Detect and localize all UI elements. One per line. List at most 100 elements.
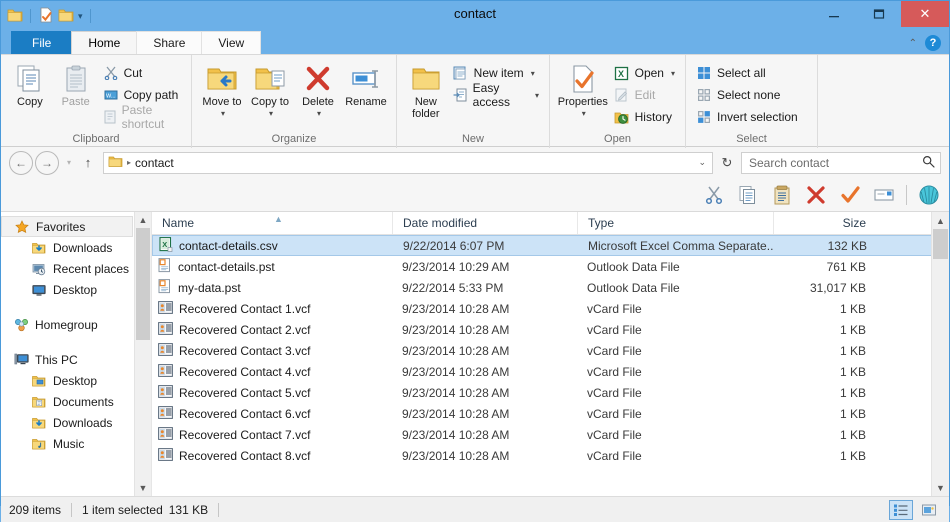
copy-path-button[interactable]: W... Copy path [99, 85, 185, 105]
paste-shortcut-button[interactable]: Paste shortcut [99, 103, 185, 131]
open-caret-icon[interactable]: ▾ [671, 69, 675, 78]
file-date-cell: 9/22/2014 6:07 PM [403, 238, 505, 253]
select-all-button[interactable]: Select all [692, 63, 802, 83]
breadcrumb-arrow-icon[interactable]: ▸ [127, 158, 131, 167]
invert-selection-button[interactable]: Invert selection [692, 107, 802, 127]
easy-access-caret-icon[interactable]: ▾ [535, 91, 539, 100]
delete-button[interactable]: Delete ▾ [294, 59, 342, 120]
new-item-button[interactable]: New item ▾ [449, 63, 543, 83]
cut-button[interactable]: Cut [99, 63, 185, 83]
nav-downloads[interactable]: Downloads [1, 237, 151, 258]
details-view-button[interactable] [889, 499, 913, 520]
recent-places-icon [31, 261, 47, 277]
file-scroll-down-icon[interactable]: ▼ [932, 479, 949, 496]
file-scroll-up-icon[interactable]: ▲ [932, 212, 949, 229]
table-row[interactable]: Recovered Contact 3.vcf 9/23/2014 10:28 … [152, 340, 949, 361]
file-list-pane: Name ▲ Date modified Type Size X contact… [151, 212, 949, 496]
paste-icon[interactable] [770, 183, 794, 207]
new-item-caret-icon[interactable]: ▾ [531, 69, 535, 78]
history-button[interactable]: History [610, 107, 679, 127]
search-icon[interactable] [922, 155, 935, 171]
address-breadcrumb-bar[interactable]: ▸ contact ⌄ [103, 151, 713, 174]
shell-icon[interactable] [917, 183, 941, 207]
minimize-button[interactable] [811, 1, 856, 27]
large-icons-view-button[interactable] [917, 500, 941, 520]
vcard-icon [158, 447, 173, 464]
cut-icon[interactable] [702, 183, 726, 207]
paste-label: Paste [61, 96, 90, 108]
nav-pc-desktop[interactable]: Desktop [1, 370, 151, 391]
table-row[interactable]: X contact-details.csv 9/22/2014 6:07 PM … [152, 235, 949, 256]
copy-button[interactable]: Copy [7, 59, 53, 108]
move-to-caret-icon[interactable]: ▾ [221, 108, 225, 120]
recent-locations-caret-icon[interactable]: ▾ [61, 158, 77, 167]
refresh-button[interactable]: ↻ [717, 155, 737, 171]
help-icon[interactable]: ? [925, 35, 941, 51]
table-row[interactable]: Recovered Contact 5.vcf 9/23/2014 10:28 … [152, 382, 949, 403]
copy-to-button[interactable]: Copy to ▾ [246, 59, 294, 120]
nav-recent-places[interactable]: Recent places [1, 258, 151, 279]
nav-documents[interactable]: Documents [1, 391, 151, 412]
edit-button[interactable]: Edit [610, 85, 679, 105]
close-button[interactable]: ✕ [901, 1, 949, 27]
properties-button[interactable]: Properties ▾ [556, 59, 610, 120]
delete-icon[interactable] [804, 183, 828, 207]
edit-label: Edit [634, 88, 656, 102]
up-button[interactable]: ↑ [77, 155, 99, 170]
column-header-date-modified[interactable]: Date modified [392, 212, 577, 234]
column-header-size[interactable]: Size [773, 212, 878, 234]
rename-icon[interactable] [872, 183, 896, 207]
rename-button[interactable]: Rename [342, 59, 390, 108]
easy-access-button[interactable]: Easy access ▾ [449, 81, 543, 109]
column-header-name[interactable]: Name ▲ [152, 212, 392, 234]
tab-file[interactable]: File [11, 31, 73, 54]
table-row[interactable]: Recovered Contact 8.vcf 9/23/2014 10:28 … [152, 445, 949, 466]
back-button[interactable]: ← [9, 150, 33, 175]
delete-caret-icon[interactable]: ▾ [317, 108, 321, 120]
table-row[interactable]: Recovered Contact 7.vcf 9/23/2014 10:28 … [152, 424, 949, 445]
properties-caret-icon[interactable]: ▾ [582, 108, 586, 120]
table-row[interactable]: Recovered Contact 2.vcf 9/23/2014 10:28 … [152, 319, 949, 340]
nav-music[interactable]: Music [1, 433, 151, 454]
search-box[interactable] [741, 151, 941, 174]
move-to-button[interactable]: Move to ▾ [198, 59, 246, 120]
file-type-cell: Microsoft Excel Comma Separate... [588, 238, 774, 253]
file-name-text: Recovered Contact 7.vcf [179, 427, 311, 442]
confirm-icon[interactable] [838, 183, 862, 207]
navpane-scrollbar[interactable]: ▲ ▼ [134, 212, 151, 496]
table-row[interactable]: Recovered Contact 4.vcf 9/23/2014 10:28 … [152, 361, 949, 382]
forward-button[interactable]: → [35, 150, 59, 175]
file-scroll-thumb[interactable] [933, 229, 948, 259]
table-row[interactable]: Recovered Contact 6.vcf 9/23/2014 10:28 … [152, 403, 949, 424]
open-button[interactable]: X Open ▾ [610, 63, 679, 83]
paste-button[interactable]: Paste [53, 59, 99, 108]
nav-favorites[interactable]: Favorites [1, 216, 133, 237]
column-header-type[interactable]: Type [577, 212, 773, 234]
navpane-scroll-down-icon[interactable]: ▼ [139, 480, 148, 496]
tab-view[interactable]: View [201, 31, 262, 54]
table-row[interactable]: Recovered Contact 1.vcf 9/23/2014 10:28 … [152, 298, 949, 319]
select-none-button[interactable]: Select none [692, 85, 802, 105]
nav-this-pc[interactable]: This PC [1, 349, 151, 370]
table-row[interactable]: contact-details.pst 9/23/2014 10:29 AM O… [152, 256, 949, 277]
breadcrumb-path[interactable]: contact [135, 156, 174, 170]
copy-icon[interactable] [736, 183, 760, 207]
navpane-scroll-thumb[interactable] [136, 228, 150, 340]
maximize-button[interactable] [856, 1, 901, 27]
nav-pc-downloads[interactable]: Downloads [1, 412, 151, 433]
file-type-cell: Outlook Data File [587, 280, 680, 295]
address-dropdown-caret-icon[interactable]: ⌄ [698, 157, 708, 168]
new-folder-button[interactable]: New folder [403, 59, 449, 120]
file-list-scrollbar[interactable]: ▲ ▼ [931, 212, 949, 496]
tab-share[interactable]: Share [136, 31, 203, 54]
search-input[interactable] [747, 154, 922, 171]
tab-home[interactable]: Home [71, 31, 138, 54]
nav-desktop-fav[interactable]: Desktop [1, 279, 151, 300]
status-item-count: 209 items [9, 502, 62, 517]
nav-homegroup[interactable]: Homegroup [1, 314, 151, 335]
collapse-ribbon-icon[interactable]: ⌃ [909, 38, 917, 49]
navpane-scroll-up-icon[interactable]: ▲ [139, 212, 148, 228]
table-row[interactable]: my-data.pst 9/22/2014 5:33 PM Outlook Da… [152, 277, 949, 298]
scissors-icon [103, 65, 119, 81]
copy-to-caret-icon[interactable]: ▾ [269, 108, 273, 120]
